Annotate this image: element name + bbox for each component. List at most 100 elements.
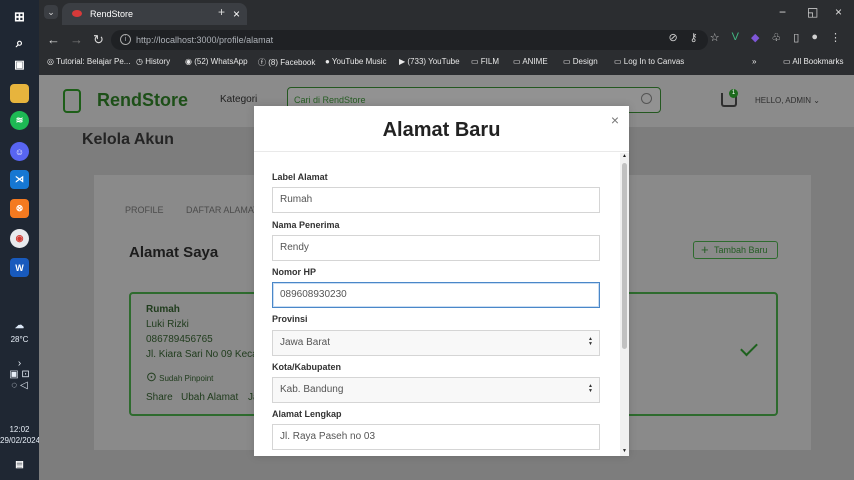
desktop-screen: ⊞ ⌕ ▣ ≋ ☺ ⋊ ⊗ ◉ W ☁ 28°C › ▣ ⊡ ◌ ◁ 12:02 2…: [0, 0, 854, 480]
vscode-icon[interactable]: ⋊: [10, 170, 29, 189]
bookmark-youtube[interactable]: ▶ (733) YouTube: [399, 57, 460, 66]
section-title: Alamat Saya: [129, 244, 219, 261]
minimize-window-button[interactable]: −: [779, 5, 786, 19]
nama-penerima-input[interactable]: Rendy: [272, 235, 600, 261]
all-bookmarks-button[interactable]: ▭ All Bookmarks: [783, 57, 843, 66]
bookmark-folder-film[interactable]: ▭ FILM: [471, 57, 499, 66]
scroll-down-icon[interactable]: ▼: [622, 448, 627, 454]
kategori-menu[interactable]: Kategori: [220, 94, 257, 105]
bookmark-folder-design[interactable]: ▭ Design: [563, 57, 598, 66]
bookmark-youtube-music[interactable]: ● YouTube Music: [325, 57, 386, 66]
profile-avatar-icon[interactable]: ●: [811, 31, 818, 44]
modal-header: Alamat Baru ×: [254, 106, 629, 152]
file-explorer-icon[interactable]: [10, 84, 29, 103]
extension-icon[interactable]: ◆: [751, 31, 759, 44]
notification-icon[interactable]: ▤: [10, 455, 29, 474]
side-panel-icon[interactable]: ▯: [793, 31, 799, 44]
address-text: Jl. Kiara Sari No 09 Kecar: [146, 349, 262, 360]
tab-title: RendStore: [90, 9, 134, 19]
add-address-label: Tambah Baru: [714, 245, 768, 255]
user-greeting-dropdown[interactable]: HELLO, ADMIN ⌄: [755, 96, 820, 105]
bookmark-folder-canvas[interactable]: ▭ Log In to Canvas: [614, 57, 684, 66]
provinsi-label: Provinsi: [272, 314, 308, 324]
alamat-lengkap-label: Alamat Lengkap: [272, 409, 342, 419]
restore-window-button[interactable]: ◱: [807, 5, 818, 19]
new-tab-button[interactable]: +: [218, 5, 225, 19]
brand-name[interactable]: RendStore: [97, 90, 188, 111]
selected-check-icon: [740, 338, 758, 357]
share-link[interactable]: Share: [146, 392, 173, 403]
windows-start-icon[interactable]: ⊞: [10, 7, 29, 26]
windows-taskbar: ⊞ ⌕ ▣ ≋ ☺ ⋊ ⊗ ◉ W ☁ 28°C › ▣ ⊡ ◌ ◁ 12:02 2…: [0, 0, 40, 480]
weather-icon: ☁: [15, 320, 24, 330]
modal-scrollbar[interactable]: ▲ ▼: [620, 153, 629, 456]
search-icon[interactable]: [641, 93, 652, 104]
bookmarks-overflow-icon[interactable]: »: [752, 57, 756, 66]
forward-icon[interactable]: →: [70, 32, 83, 47]
spotify-icon[interactable]: ≋: [10, 111, 29, 130]
tab-profile[interactable]: PROFILE: [125, 205, 164, 215]
page-title: Kelola Akun: [82, 131, 174, 148]
provinsi-select[interactable]: Jawa Barat: [272, 330, 600, 356]
bookmark-tutorial[interactable]: ◎ Tutorial: Belajar Pe...: [47, 57, 130, 66]
search-placeholder: Cari di RendStore: [294, 95, 366, 105]
word-icon[interactable]: W: [10, 258, 29, 277]
reload-icon[interactable]: ↻: [93, 32, 104, 48]
back-icon[interactable]: ←: [47, 32, 60, 47]
kota-kabupaten-select[interactable]: Kab. Bandung: [272, 377, 600, 403]
pinpoint-status: ⊙ Sudah Pinpoint: [146, 369, 214, 384]
tab-favicon-icon: [72, 10, 82, 17]
url-text: http://localhost:3000/profile/alamat: [136, 35, 274, 45]
modal-title: Alamat Baru: [382, 119, 501, 141]
edit-address-link[interactable]: Ubah Alamat: [181, 392, 238, 403]
chevron-down-icon: ⌄: [813, 96, 820, 105]
alamat-lengkap-input[interactable]: Jl. Raya Paseh no 03: [272, 424, 600, 450]
add-address-button[interactable]: + Tambah Baru: [693, 241, 778, 259]
search-icon[interactable]: ⌕: [10, 33, 29, 52]
tab-daftar-alamat[interactable]: DAFTAR ALAMAT: [186, 205, 259, 215]
user-greeting: HELLO, ADMIN: [755, 96, 812, 105]
scroll-thumb[interactable]: [622, 163, 627, 349]
address-bar[interactable]: i http://localhost:3000/profile/alamat: [111, 30, 708, 50]
close-modal-icon[interactable]: ×: [611, 112, 619, 128]
rendstore-logo-icon[interactable]: [63, 89, 81, 113]
label-alamat-input[interactable]: Rumah: [272, 187, 600, 213]
bookmark-history[interactable]: ◷ History: [136, 57, 170, 66]
browser-window: ⌄ RendStore × + − ◱ × ← → ↻ i http://loc…: [39, 0, 854, 75]
task-view-icon[interactable]: ▣: [10, 55, 29, 74]
nama-penerima-label: Nama Penerima: [272, 220, 340, 230]
label-alamat-label: Label Alamat: [272, 172, 328, 182]
address-label: Rumah: [146, 304, 180, 315]
close-tab-icon[interactable]: ×: [233, 7, 240, 21]
browser-actions: ⊘ ⚷ ☆ V ◆ ♧ ▯ ● ⋮: [668, 31, 841, 44]
nomor-hp-input[interactable]: 089608930230: [272, 282, 600, 308]
plus-icon: +: [701, 242, 709, 257]
kota-kabupaten-label: Kota/Kabupaten: [272, 362, 342, 372]
bookmark-star-icon[interactable]: ☆: [710, 31, 720, 44]
close-window-button[interactable]: ×: [835, 5, 842, 19]
chrome-icon[interactable]: ◉: [10, 229, 29, 248]
system-tray-icons[interactable]: › ▣ ⊡ ◌ ◁: [0, 358, 39, 391]
cart-count-badge: 1: [729, 89, 738, 98]
discord-icon[interactable]: ☺: [10, 142, 29, 161]
site-info-icon[interactable]: i: [120, 34, 131, 45]
tab-menu-button[interactable]: ⌄: [44, 5, 58, 19]
taskbar-time[interactable]: 12:02: [0, 425, 39, 434]
new-address-modal: Alamat Baru × Label Alamat Rumah Nama Pe…: [254, 106, 629, 456]
new-address-form: Label Alamat Rumah Nama Penerima Rendy N…: [254, 153, 620, 456]
recipient-name: Luki Rizki: [146, 319, 189, 330]
no-camera-icon[interactable]: ⊘: [668, 31, 677, 44]
scroll-up-icon[interactable]: ▲: [622, 153, 627, 159]
bookmark-whatsapp[interactable]: ◉ (52) WhatsApp: [185, 57, 248, 66]
xampp-icon[interactable]: ⊗: [10, 199, 29, 218]
vue-devtools-icon[interactable]: V: [732, 31, 739, 44]
bookmark-folder-anime[interactable]: ▭ ANIME: [513, 57, 548, 66]
menu-dots-icon[interactable]: ⋮: [830, 31, 841, 44]
password-key-icon[interactable]: ⚷: [690, 31, 698, 44]
address-toolbar: ← → ↻ i http://localhost:3000/profile/al…: [39, 27, 854, 52]
nomor-hp-label: Nomor HP: [272, 267, 317, 277]
taskbar-date[interactable]: 29/02/2024: [0, 436, 40, 445]
location-pin-icon: ⊙: [146, 369, 157, 384]
extensions-puzzle-icon[interactable]: ♧: [771, 31, 781, 44]
bookmark-facebook[interactable]: ⓕ (8) Facebook: [258, 57, 315, 68]
